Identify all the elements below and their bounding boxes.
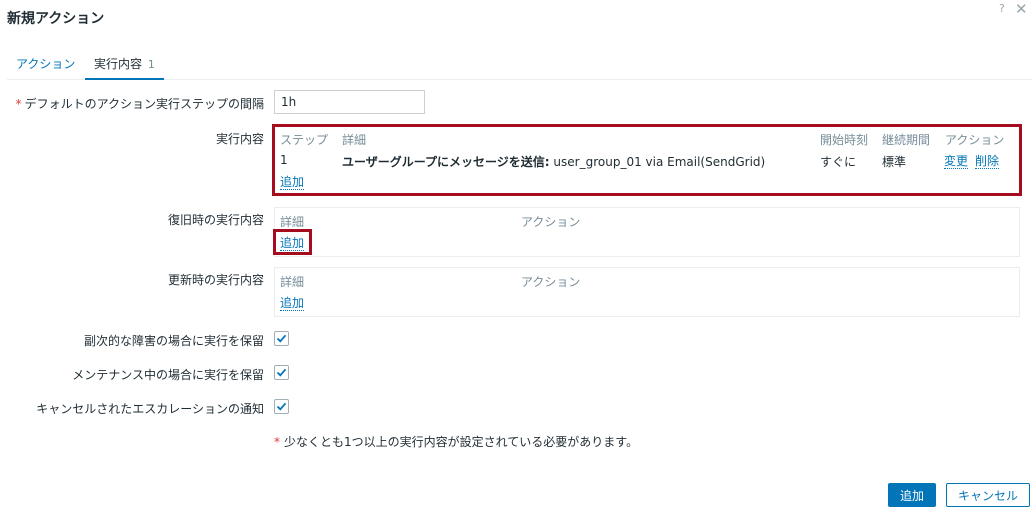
col-start-header: 開始時刻 (820, 133, 869, 147)
tab-operations-count: 1 (147, 58, 155, 71)
note-text: 少なくとも1つ以上の実行内容が設定されている必要があります。 (284, 435, 639, 449)
close-icon[interactable]: ✕ (1015, 0, 1028, 18)
row-details-rest: user_group_01 via Email(SendGrid) (549, 155, 766, 169)
recovery-col-details-header: 詳細 (280, 215, 305, 229)
recovery-label: 復旧時の実行内容 (167, 213, 264, 227)
pause-symptoms-checkbox[interactable] (274, 331, 289, 346)
recovery-operations-table: 詳細 アクション 追加 (274, 207, 1020, 257)
step-interval-input[interactable] (274, 90, 425, 114)
tab-actions[interactable]: アクション (7, 52, 84, 80)
col-details-header: 詳細 (342, 133, 367, 147)
pause-symptoms-label: 副次的な障害の場合に実行を保留 (83, 334, 264, 348)
col-action-header: アクション (945, 133, 1005, 147)
pause-suppressed-checkbox[interactable] (274, 365, 289, 380)
step-interval-label-text: デフォルトのアクション実行ステップの間隔 (24, 97, 264, 111)
add-update-operation-link[interactable]: 追加 (280, 296, 305, 311)
update-col-action-header: アクション (521, 275, 581, 289)
check-icon (276, 368, 287, 377)
add-recovery-operation-link[interactable]: 追加 (280, 236, 305, 251)
operations-table: ステップ 詳細 開始時刻 継続期間 アクション 1 ユーザーグループにメッセージ… (274, 126, 1022, 194)
tab-operations-label: 実行内容 (94, 57, 143, 71)
check-icon (276, 334, 287, 343)
step-interval-label: * デフォルトのアクション実行ステップの間隔 (16, 95, 264, 112)
row-duration: 標準 (882, 155, 907, 169)
help-icon[interactable]: ? (999, 2, 1005, 15)
row-step: 1 (280, 153, 288, 167)
row-details: ユーザーグループにメッセージを送信: user_group_01 via Ema… (342, 153, 765, 170)
tab-operations[interactable]: 実行内容 1 (85, 52, 164, 80)
add-button[interactable]: 追加 (888, 483, 936, 507)
check-icon (276, 402, 287, 411)
col-duration-header: 継続期間 (882, 133, 931, 147)
update-label: 更新時の実行内容 (167, 273, 264, 287)
operations-label: 実行内容 (215, 132, 264, 146)
remove-operation-link[interactable]: 削除 (975, 154, 1000, 169)
pause-suppressed-label: メンテナンス中の場合に実行を保留 (72, 368, 264, 382)
update-col-details-header: 詳細 (280, 275, 305, 289)
requirement-note: * 少なくとも1つ以上の実行内容が設定されている必要があります。 (274, 433, 638, 450)
notify-cancelled-label: キャンセルされたエスカレーションの通知 (36, 402, 264, 416)
col-step-header: ステップ (280, 133, 329, 147)
dialog-title: 新規アクション (7, 11, 105, 27)
recovery-col-action-header: アクション (521, 215, 581, 229)
add-operation-link[interactable]: 追加 (280, 175, 305, 190)
tab-actions-label: アクション (16, 57, 76, 71)
notify-cancelled-checkbox[interactable] (274, 399, 289, 414)
note-required-mark: * (274, 435, 280, 449)
tab-bar: アクション 実行内容 1 (7, 52, 1032, 80)
row-details-bold: ユーザーグループにメッセージを送信: (342, 155, 550, 169)
edit-operation-link[interactable]: 変更 (944, 154, 969, 169)
cancel-button[interactable]: キャンセル (946, 483, 1030, 507)
row-start: すぐに (820, 155, 857, 169)
required-mark: * (15, 97, 22, 111)
update-operations-table: 詳細 アクション 追加 (274, 267, 1020, 317)
